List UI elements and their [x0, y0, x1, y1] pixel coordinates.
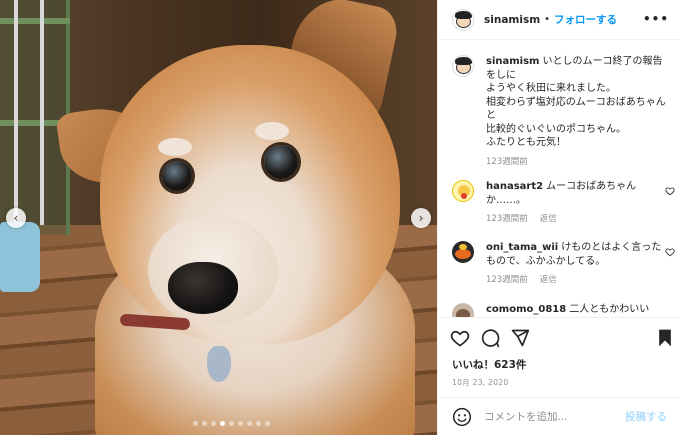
follow-button[interactable]: フォローする [554, 12, 617, 27]
comment-item: oni_tama_wii けものとはよく言ったもので、ふかふかしてる。 123週間… [452, 241, 677, 288]
comment-input[interactable]: コメントを追加... [484, 409, 625, 424]
dog-tag [207, 346, 231, 382]
like-heart-icon[interactable] [450, 328, 470, 348]
comments-list[interactable]: sinamism いとしのムーコ終了の報告をしに ようやく秋田に来れました。 相変… [438, 41, 680, 317]
carousel-dot [238, 421, 243, 426]
like-comment-heart-icon[interactable] [665, 247, 675, 257]
carousel-dot [211, 421, 216, 426]
avatar[interactable] [452, 8, 474, 31]
dog-brow [255, 122, 289, 140]
post-date[interactable]: 10月 23, 2020 [452, 377, 508, 388]
caption-line: 相変わらず塩対応のムーコおばあちゃんと [486, 96, 666, 122]
comment-item: hanasart2 ムーコおばあちゃんか……。 123週間前 返信 [452, 180, 677, 227]
like-count[interactable]: いいね！623件 [452, 357, 526, 372]
avatar[interactable] [452, 55, 474, 77]
post-photo[interactable]: ‹ › [0, 0, 437, 435]
comment-item: comomo_0818 二人ともかわいい [452, 303, 677, 317]
dog-nose [168, 262, 238, 314]
caption: sinamism いとしのムーコ終了の報告をしに ようやく秋田に来れました。 相変… [452, 55, 677, 169]
comment-time[interactable]: 123週間前 [486, 275, 528, 285]
dog-eye [264, 145, 298, 179]
caption-line: ようやく秋田に来れました。 [486, 83, 616, 94]
comment-username[interactable]: comomo_0818 [486, 304, 566, 315]
comment-bubble-icon[interactable] [480, 328, 500, 348]
carousel-dot [229, 421, 234, 426]
chair-leg [40, 0, 44, 225]
post-side-panel: sinamism • フォローする ••• sinamism いとしのムーコ終了の… [437, 0, 680, 435]
share-send-icon[interactable] [510, 328, 530, 348]
next-image-button[interactable]: › [411, 208, 431, 228]
post-actions [438, 317, 680, 357]
avatar[interactable] [452, 241, 474, 263]
reply-button[interactable]: 返信 [540, 214, 557, 224]
like-comment-heart-icon[interactable] [665, 186, 675, 196]
prev-image-button[interactable]: ‹ [6, 208, 26, 228]
comment-username[interactable]: oni_tama_wii [486, 242, 558, 253]
avatar[interactable] [452, 303, 474, 317]
comment-time[interactable]: 123週間前 [486, 214, 528, 224]
chair-leg [14, 0, 18, 230]
carousel-dot [247, 421, 252, 426]
carousel-dots [193, 421, 270, 426]
post-comment-button[interactable]: 投稿する [625, 409, 667, 424]
comment-username[interactable]: hanasart2 [486, 181, 543, 192]
save-bookmark-icon[interactable] [655, 328, 675, 348]
add-comment-bar: コメントを追加... 投稿する [438, 397, 680, 435]
caption-line: 比較的ぐいぐいのポコちゃん。 [486, 123, 626, 135]
carousel-dot [220, 421, 225, 426]
post-header: sinamism • フォローする ••• [438, 0, 680, 40]
carousel-dot [256, 421, 261, 426]
header-separator: • [544, 14, 551, 25]
more-options-icon[interactable]: ••• [643, 12, 669, 26]
avatar[interactable] [452, 180, 474, 202]
emoji-icon[interactable] [452, 407, 472, 427]
caption-line: ふたりとも元気！ [486, 137, 566, 148]
carousel-dot [193, 421, 198, 426]
dog-eye [162, 161, 192, 191]
carousel-dot [265, 421, 270, 426]
caption-time[interactable]: 123週間前 [486, 157, 528, 167]
caption-username[interactable]: sinamism [486, 56, 539, 67]
reply-button[interactable]: 返信 [540, 275, 557, 285]
comment-text: 二人ともかわいい [569, 304, 650, 315]
header-username[interactable]: sinamism [484, 14, 540, 26]
blue-object [0, 222, 40, 292]
dog-brow [158, 138, 192, 156]
carousel-dot [202, 421, 207, 426]
